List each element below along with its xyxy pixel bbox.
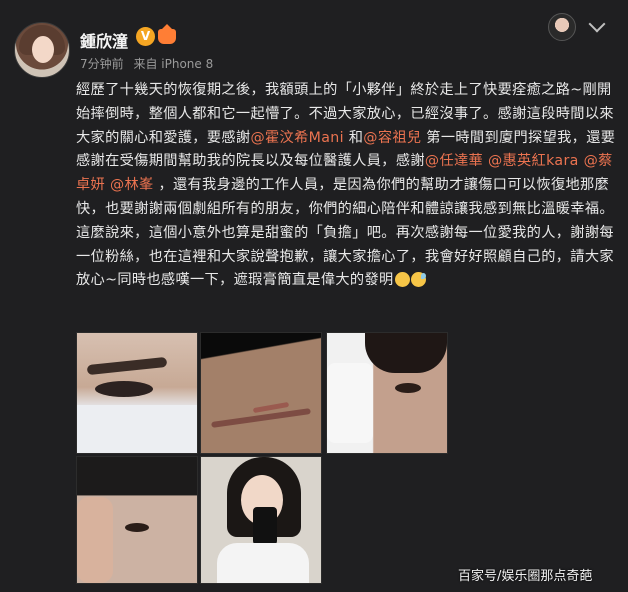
username[interactable]: 鍾欣潼 <box>80 28 128 52</box>
mention-link[interactable]: @霍汶希Mani <box>250 130 343 146</box>
post-source[interactable]: 来自 iPhone 8 <box>133 57 213 71</box>
mention-link[interactable]: @容祖兒 <box>363 130 421 146</box>
photo-mask <box>77 405 197 453</box>
mention-link[interactable]: @任達華 <box>425 153 483 169</box>
photo-tissue <box>327 363 373 443</box>
photo-brow <box>86 356 168 376</box>
avatar-face <box>32 36 54 63</box>
post-photo-3[interactable] <box>326 332 448 454</box>
post-text-segment: 和 <box>343 129 364 146</box>
emoji-icon <box>394 272 410 288</box>
mention-link[interactable]: @惠英紅kara <box>488 153 579 169</box>
mention-link[interactable]: @林峯 <box>110 177 154 193</box>
small-avatar-icon[interactable] <box>548 13 576 41</box>
post-time: 7分钟前 <box>80 57 124 71</box>
verified-v-icon: V <box>136 27 155 46</box>
photo-eye <box>395 383 421 393</box>
avatar[interactable] <box>14 22 70 78</box>
post-text: 經歷了十幾天的恢復期之後，我額頭上的「小夥伴」終於走上了快要痊癒之路~剛開始摔倒… <box>76 79 620 293</box>
post-photo-5[interactable] <box>200 456 322 584</box>
post-photo-1[interactable] <box>76 332 198 454</box>
sweat-emoji-icon <box>410 272 426 288</box>
chevron-down-icon[interactable] <box>588 15 606 33</box>
photo-shirt <box>217 543 309 583</box>
vip-crown-icon <box>158 24 176 44</box>
post-photo-2[interactable] <box>200 332 322 454</box>
photo-phone <box>253 507 277 545</box>
watermark: 百家号/娱乐圈那点奇葩 <box>458 569 593 584</box>
post-text-segment: ，還有我身邊的工作人員，是因為你們的幫助才讓傷口可以恢復地那麼快，也要謝謝兩個劇… <box>76 177 614 289</box>
photo-hair <box>365 333 447 373</box>
post-meta: 7分钟前 来自 iPhone 8 <box>80 55 219 72</box>
photo-eye <box>95 381 153 397</box>
photo-eye <box>125 523 149 532</box>
photo-hand <box>77 497 113 583</box>
post-photo-4[interactable] <box>76 456 198 584</box>
weibo-post-card: 鍾欣潼 V 7分钟前 来自 iPhone 8 經歷了十幾天的恢復期之後，我額頭上… <box>0 0 628 592</box>
